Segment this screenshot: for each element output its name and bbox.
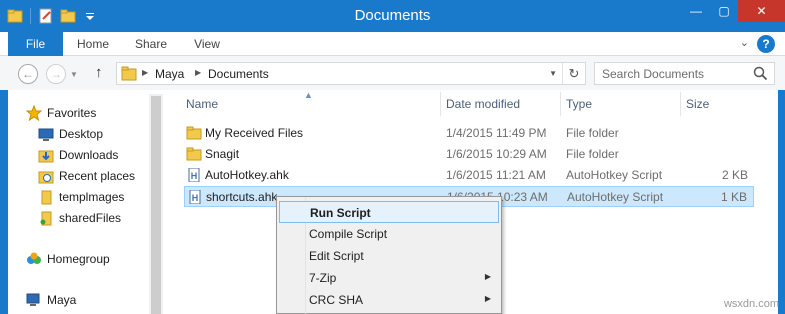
folder-icon <box>38 189 54 205</box>
svg-text:H: H <box>191 171 198 181</box>
desktop-icon <box>38 126 54 142</box>
table-row[interactable]: My Received Files 1/4/2015 11:49 PM File… <box>184 123 754 144</box>
column-divider[interactable] <box>680 92 681 116</box>
menu-item-7-zip[interactable]: 7-Zip ▶ <box>279 267 499 289</box>
search-input[interactable]: Search Documents <box>594 62 775 85</box>
menu-item-label: Run Script <box>310 206 371 220</box>
star-icon <box>25 104 43 121</box>
back-button[interactable]: ← <box>18 64 38 84</box>
sidebar-item-maya[interactable]: Maya <box>26 289 166 310</box>
table-row[interactable]: H AutoHotkey.ahk 1/6/2015 11:21 AM AutoH… <box>184 165 754 186</box>
sidebar-item-label: Desktop <box>59 126 104 141</box>
column-header-size[interactable]: Size <box>686 97 709 111</box>
navigation-scrollbar[interactable] <box>149 94 163 314</box>
explorer-window: Documents — ▢ ✕ File Home Share View ⌄ ?… <box>0 0 785 314</box>
menu-item-label: Edit Script <box>309 249 364 263</box>
file-date: 1/4/2015 11:49 PM <box>446 126 547 140</box>
submenu-arrow-icon: ▶ <box>484 272 491 281</box>
file-name: shortcuts.ahk <box>206 190 278 204</box>
menu-item-crc-sha[interactable]: CRC SHA ▶ <box>279 289 499 311</box>
computer-icon <box>26 292 42 308</box>
menu-item-label: 7-Zip <box>309 271 337 285</box>
file-type: AutoHotkey Script <box>566 168 663 182</box>
window-controls: — ▢ ✕ <box>682 0 785 22</box>
file-size: 2 KB <box>721 168 748 182</box>
sidebar-item-label: templmages <box>59 189 125 204</box>
file-date: 1/6/2015 10:29 AM <box>446 147 547 161</box>
sidebar-item-label: sharedFiles <box>59 210 122 225</box>
folder-icon <box>186 147 202 161</box>
file-type: File folder <box>566 147 619 161</box>
downloads-icon <box>38 147 54 163</box>
file-size: 1 KB <box>720 190 747 204</box>
tab-file[interactable]: File <box>8 32 63 56</box>
scrollbar-thumb[interactable] <box>151 96 161 314</box>
menu-item-run-script[interactable]: Run Script <box>279 201 499 223</box>
maximize-button[interactable]: ▢ <box>710 0 738 22</box>
ahk-file-icon: H <box>186 167 202 183</box>
menu-item-compile-script[interactable]: Compile Script <box>279 223 499 245</box>
breadcrumb-maya[interactable]: Maya <box>155 67 184 81</box>
address-bar[interactable]: ▶ Maya ▶ Documents ▼ ↻ <box>116 62 586 85</box>
file-type: File folder <box>566 126 619 140</box>
sidebar-item-label: Maya <box>47 292 77 307</box>
location-folder-icon <box>121 66 137 81</box>
tab-view[interactable]: View <box>184 32 230 56</box>
tab-home[interactable]: Home <box>70 32 116 56</box>
homegroup-icon <box>26 251 42 267</box>
search-icon[interactable] <box>753 66 768 81</box>
file-date: 1/6/2015 11:21 AM <box>446 168 546 182</box>
column-header-name[interactable]: Name <box>186 97 218 111</box>
breadcrumb-documents[interactable]: Documents <box>208 67 269 81</box>
sidebar-item-label: Downloads <box>59 147 119 162</box>
menu-item-edit-script[interactable]: Edit Script <box>279 245 499 267</box>
shared-folder-icon <box>38 210 54 226</box>
context-menu: Run Script Compile Script Edit Script 7-… <box>276 196 502 314</box>
recent-locations-chevron-icon[interactable]: ▼ <box>70 70 78 79</box>
ahk-file-icon: H <box>187 189 203 205</box>
refresh-icon[interactable]: ↻ <box>562 63 585 84</box>
column-header-type[interactable]: Type <box>566 97 592 111</box>
watermark: wsxdn.com <box>723 298 779 310</box>
menu-item-label: Compile Script <box>309 227 388 241</box>
forward-button[interactable]: → <box>46 64 66 84</box>
help-icon[interactable]: ? <box>757 35 775 53</box>
tab-share[interactable]: Share <box>128 32 174 56</box>
up-button[interactable]: ↑ <box>95 64 103 81</box>
svg-text:H: H <box>192 193 199 203</box>
recent-places-icon <box>38 168 54 184</box>
column-divider[interactable] <box>560 92 561 116</box>
navigation-bar: ← → ▼ ↑ ▶ Maya ▶ Documents ▼ ↻ Search Do… <box>0 56 785 90</box>
search-placeholder: Search Documents <box>602 67 705 81</box>
address-dropdown-icon[interactable]: ▼ <box>549 69 557 78</box>
sidebar-item-label: Recent places <box>59 168 136 183</box>
close-button[interactable]: ✕ <box>738 0 785 22</box>
column-divider[interactable] <box>440 92 441 116</box>
sidebar-item-label: Favorites <box>47 105 97 120</box>
table-row[interactable]: Snagit 1/6/2015 10:29 AM File folder <box>184 144 754 165</box>
column-header-date-modified[interactable]: Date modified <box>446 97 520 111</box>
sidebar-item-label: Homegroup <box>47 251 110 266</box>
file-type: AutoHotkey Script <box>567 190 664 204</box>
window-title: Documents <box>354 7 431 24</box>
breadcrumb-chevron-icon[interactable]: ▶ <box>142 68 148 77</box>
folder-icon <box>186 126 202 140</box>
sort-ascending-icon: ▲ <box>304 90 313 100</box>
menu-item-label: CRC SHA <box>309 293 364 307</box>
expand-ribbon-icon[interactable]: ⌄ <box>740 36 749 49</box>
submenu-arrow-icon: ▶ <box>484 294 491 303</box>
minimize-button[interactable]: — <box>682 0 710 22</box>
title-bar: Documents — ▢ ✕ <box>0 0 785 32</box>
sidebar-item-homegroup[interactable]: Homegroup <box>26 248 166 269</box>
file-name: My Received Files <box>205 126 304 140</box>
navigation-pane: Favorites Desktop Downloads Recent place… <box>8 90 163 314</box>
breadcrumb-chevron-icon[interactable]: ▶ <box>195 68 201 77</box>
ribbon-tabs: File Home Share View ⌄ ? <box>0 32 785 56</box>
file-name: AutoHotkey.ahk <box>205 168 289 182</box>
sidebar-item-favorites[interactable]: Favorites <box>25 102 166 123</box>
file-name: Snagit <box>205 147 240 161</box>
